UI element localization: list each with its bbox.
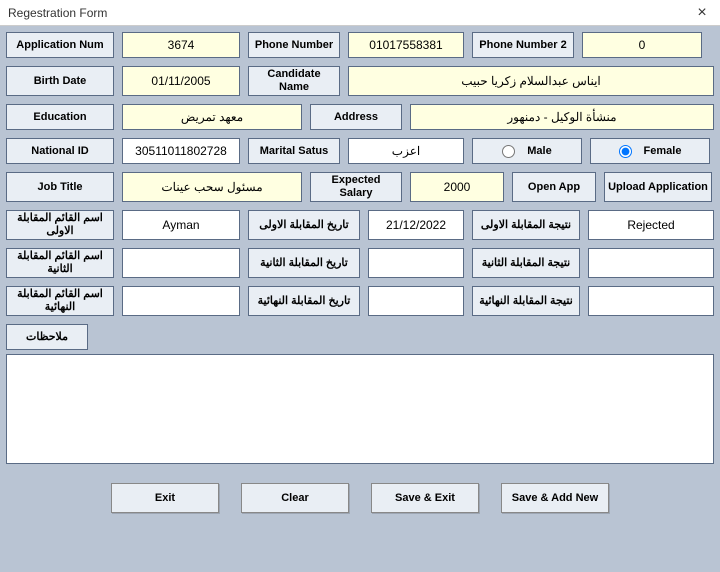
interview-final-result-label: نتيجة المقابلة النهائية <box>472 286 580 316</box>
job-title-value[interactable]: مسئول سحب عينات <box>122 172 302 202</box>
national-id-label: National ID <box>6 138 114 164</box>
interview2-result-value[interactable] <box>588 248 714 278</box>
job-title-label: Job Title <box>6 172 114 202</box>
interview2-result-label: نتيجة المقابلة الثانية <box>472 248 580 278</box>
interview1-date-label: تاريخ المقابلة الاولى <box>248 210 360 240</box>
address-value[interactable]: منشأة الوكيل - دمنهور <box>410 104 714 130</box>
application-num-value[interactable]: 3674 <box>122 32 240 58</box>
save-exit-button[interactable]: Save & Exit <box>371 483 479 513</box>
phone-value[interactable]: 01017558381 <box>348 32 464 58</box>
interview2-name-label: اسم القائم المقابلة الثانية <box>6 248 114 278</box>
expected-salary-label: Expected Salary <box>310 172 402 202</box>
interview1-result-label: نتيجة المقابلة الاولى <box>472 210 580 240</box>
birthdate-label: Birth Date <box>6 66 114 96</box>
bottom-buttons: Exit Clear Save & Exit Save & Add New <box>6 483 714 513</box>
interview2-date-label: تاريخ المقابلة الثانية <box>248 248 360 278</box>
address-label: Address <box>310 104 402 130</box>
interview1-name-value[interactable]: Ayman <box>122 210 240 240</box>
interview-final-date-label: تاريخ المقابلة النهائية <box>248 286 360 316</box>
interview2-date-value[interactable] <box>368 248 464 278</box>
phone-label: Phone Number <box>248 32 340 58</box>
interview1-name-label: اسم القائم المقابلة الاولى <box>6 210 114 240</box>
exit-button[interactable]: Exit <box>111 483 219 513</box>
education-value[interactable]: معهد تمريض <box>122 104 302 130</box>
candidate-name-value[interactable]: ايناس عبدالسلام زكريا حبيب <box>348 66 714 96</box>
clear-button[interactable]: Clear <box>241 483 349 513</box>
gender-female-radio[interactable]: Female <box>590 138 710 164</box>
phone2-label: Phone Number 2 <box>472 32 574 58</box>
interview-final-name-value[interactable] <box>122 286 240 316</box>
interview1-date-value[interactable]: 21/12/2022 <box>368 210 464 240</box>
female-label: Female <box>644 145 682 157</box>
interview1-result-value[interactable]: Rejected <box>588 210 714 240</box>
education-label: Education <box>6 104 114 130</box>
interview2-name-value[interactable] <box>122 248 240 278</box>
birthdate-value[interactable]: 01/11/2005 <box>122 66 240 96</box>
save-add-new-button[interactable]: Save & Add New <box>501 483 609 513</box>
upload-application-button[interactable]: Upload Application <box>604 172 712 202</box>
male-radio-input[interactable] <box>502 145 515 158</box>
close-icon[interactable]: × <box>692 4 712 22</box>
application-num-label: Application Num <box>6 32 114 58</box>
female-radio-input[interactable] <box>619 145 632 158</box>
interview-final-date-value[interactable] <box>368 286 464 316</box>
title-bar: Regestration Form × <box>0 0 720 26</box>
open-app-button[interactable]: Open App <box>512 172 596 202</box>
male-label: Male <box>527 145 551 157</box>
marital-label: Marital Satus <box>248 138 340 164</box>
phone2-value[interactable]: 0 <box>582 32 702 58</box>
national-id-value[interactable]: 30511011802728 <box>122 138 240 164</box>
notes-label: ملاحظات <box>6 324 88 350</box>
interview-final-result-value[interactable] <box>588 286 714 316</box>
notes-textarea[interactable] <box>6 354 714 464</box>
gender-male-radio[interactable]: Male <box>472 138 582 164</box>
expected-salary-value[interactable]: 2000 <box>410 172 504 202</box>
window-title: Regestration Form <box>8 6 107 20</box>
form-area: Application Num 3674 Phone Number 010175… <box>0 26 720 572</box>
candidate-name-label: Candidate Name <box>248 66 340 96</box>
interview-final-name-label: اسم القائم المقابلة النهائية <box>6 286 114 316</box>
marital-value[interactable]: اعزب <box>348 138 464 164</box>
